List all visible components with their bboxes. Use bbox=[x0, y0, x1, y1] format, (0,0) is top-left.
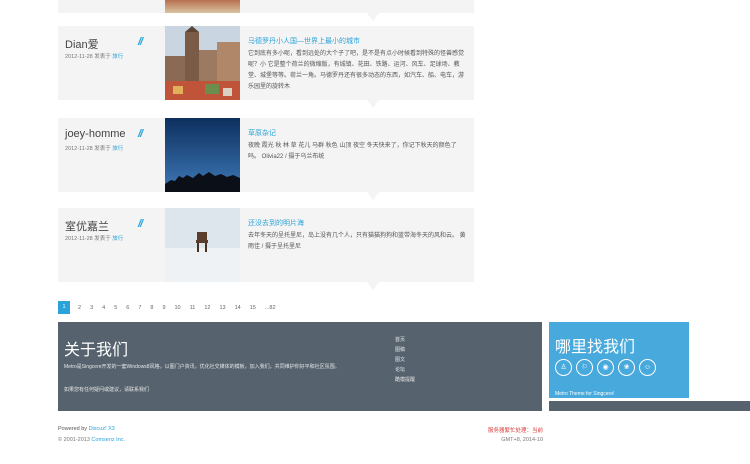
page-link[interactable]: 10 bbox=[175, 305, 181, 311]
wechat-icon[interactable]: ☺ bbox=[639, 359, 656, 376]
post-card-notch bbox=[367, 13, 379, 21]
post-card-notch bbox=[367, 282, 379, 290]
footer-link[interactable]: 图文 bbox=[395, 355, 415, 365]
post-excerpt: 它到底有多小呢，看到远处的大个子了吧，是不是有点小时候看到特殊的怪兽感觉呢？小 … bbox=[248, 51, 465, 90]
page-link[interactable]: 15 bbox=[250, 305, 256, 311]
quote-icon: // bbox=[138, 36, 143, 48]
post-author[interactable]: 室优嘉兰 bbox=[65, 218, 109, 234]
quote-icon: // bbox=[138, 218, 143, 230]
post-card[interactable]: Dian爱 2012-11-28 发表于 旅行 // 马德罗丹小人国—世界上最小… bbox=[58, 26, 474, 100]
post-date: 2012-11-28 发表于 bbox=[65, 146, 111, 152]
post-author[interactable]: Dian爱 bbox=[65, 36, 99, 52]
powered-by: Powered by Discuz! X3 bbox=[58, 426, 115, 432]
qq-icon[interactable]: ♙ bbox=[555, 359, 572, 376]
post-card-partial bbox=[58, 0, 474, 13]
page-link[interactable]: 13 bbox=[219, 305, 225, 311]
page-link[interactable]: 2 bbox=[78, 305, 81, 311]
page-link-current[interactable]: 1 bbox=[58, 301, 70, 314]
find-us-section: 哪里找我们 ♙ ⚐ ◉ ❀ ☺ Metro Theme for Singcere… bbox=[549, 322, 689, 398]
grassland-night-photo bbox=[165, 118, 240, 192]
post-category[interactable]: 旅行 bbox=[112, 54, 123, 60]
weibo-icon[interactable]: ⚐ bbox=[576, 359, 593, 376]
footer-link[interactable]: 酷模提醒 bbox=[395, 375, 415, 385]
page-link[interactable]: 3 bbox=[90, 305, 93, 311]
copyright-prefix: © 2001-2013 bbox=[58, 437, 90, 443]
post-title[interactable]: 草原杂记 bbox=[248, 128, 276, 138]
page-link[interactable]: 5 bbox=[114, 305, 117, 311]
town-photo bbox=[165, 26, 240, 100]
post-meta: 2012-11-28 发表于 旅行 bbox=[65, 234, 123, 242]
page-link[interactable]: 7 bbox=[138, 305, 141, 311]
snow-chair-photo bbox=[165, 208, 240, 282]
page-link-last[interactable]: ...82 bbox=[265, 305, 276, 311]
post-card-partial-thumb bbox=[165, 0, 240, 13]
post-thumbnail[interactable] bbox=[165, 118, 240, 192]
post-card-notch bbox=[367, 192, 379, 200]
about-description: Metro是Singcere开发的一套Windows8风格，以图门户资讯，优化社… bbox=[64, 364, 340, 370]
discuz-link[interactable]: Discuz! X3 bbox=[89, 426, 115, 432]
server-notice: 服务器繁忙处理：当前 bbox=[487, 428, 543, 434]
powered-prefix: Powered by bbox=[58, 426, 88, 432]
footer-links: 首页 图稿 图文 论坛 酷模提醒 bbox=[395, 335, 415, 385]
post-category[interactable]: 旅行 bbox=[112, 146, 123, 152]
post-date: 2012-11-28 发表于 bbox=[65, 54, 111, 60]
social-icons: ♙ ⚐ ◉ ❀ ☺ bbox=[555, 359, 660, 376]
about-section: 关于我们 Metro是Singcere开发的一套Windows8风格，以图门户资… bbox=[58, 322, 542, 411]
comsenz-link[interactable]: Comsenz Inc. bbox=[91, 437, 125, 443]
post-meta: 2012-11-28 发表于 旅行 bbox=[65, 52, 123, 60]
post-card[interactable]: 室优嘉兰 2012-11-28 发表于 旅行 // 还没去到的明片海 去年冬天的… bbox=[58, 208, 474, 282]
about-title: 关于我们 bbox=[64, 342, 129, 359]
theme-credit: Metro Theme for Singcere! bbox=[555, 391, 615, 397]
qzone-icon[interactable]: ❀ bbox=[618, 359, 635, 376]
post-category[interactable]: 旅行 bbox=[112, 236, 123, 242]
page-link[interactable]: 6 bbox=[126, 305, 129, 311]
post-thumbnail[interactable] bbox=[165, 26, 240, 100]
page-link[interactable]: 14 bbox=[235, 305, 241, 311]
footer-strip bbox=[549, 401, 750, 411]
post-title[interactable]: 马德罗丹小人国—世界上最小的城市 bbox=[248, 36, 360, 46]
page-link[interactable]: 8 bbox=[150, 305, 153, 311]
server-time: GMT+8, 2014-10 bbox=[501, 437, 543, 443]
post-excerpt: 去年冬天的呈托里尼，岛上没有几个人，只有猫猫狗狗和蓝带海冬天的风和云。 黄雨佳 … bbox=[248, 233, 466, 250]
pagination: 1 2 3 4 5 6 7 8 9 10 11 12 13 14 15 ...8… bbox=[58, 301, 285, 314]
post-meta: 2012-11-28 发表于 旅行 bbox=[65, 144, 123, 152]
sina-weibo-icon[interactable]: ◉ bbox=[597, 359, 614, 376]
post-card[interactable]: joey-homme 2012-11-28 发表于 旅行 // 草原杂记 夜晚 … bbox=[58, 118, 474, 192]
page-link[interactable]: 9 bbox=[162, 305, 165, 311]
page-link[interactable]: 12 bbox=[204, 305, 210, 311]
about-contact: 如果您有任何疑问或建议，请联系我们 bbox=[64, 387, 150, 393]
find-us-title: 哪里找我们 bbox=[555, 339, 636, 356]
footer-link[interactable]: 论坛 bbox=[395, 365, 415, 375]
footer-link[interactable]: 图稿 bbox=[395, 345, 415, 355]
post-thumbnail[interactable] bbox=[165, 208, 240, 282]
post-author[interactable]: joey-homme bbox=[65, 128, 126, 140]
post-date: 2012-11-28 发表于 bbox=[65, 236, 111, 242]
footer-link[interactable]: 首页 bbox=[395, 335, 415, 345]
page-link[interactable]: 11 bbox=[190, 305, 196, 311]
quote-icon: // bbox=[138, 128, 143, 140]
page-link[interactable]: 4 bbox=[102, 305, 105, 311]
post-title[interactable]: 还没去到的明片海 bbox=[248, 218, 304, 228]
post-card-notch bbox=[367, 100, 379, 108]
copyright: © 2001-2013 Comsenz Inc. bbox=[58, 437, 125, 443]
post-excerpt: 夜晚 霞光 秋 林 草 花儿 马群 秋色 山顶 夜空 冬天快来了，你记下秋天的颜… bbox=[248, 143, 457, 160]
